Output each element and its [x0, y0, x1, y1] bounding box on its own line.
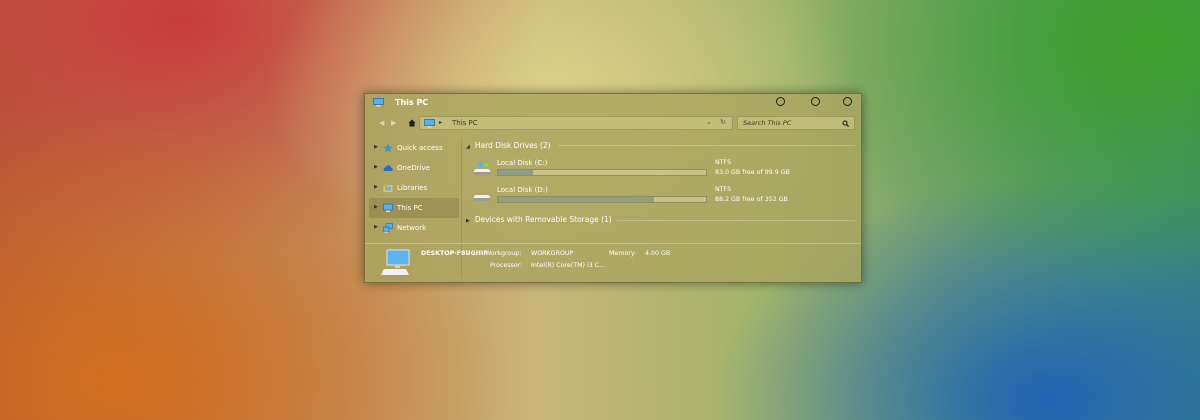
details-pane: DESKTOP-F8UGHIF Workgroup: WORKGROUP Mem… — [365, 243, 861, 283]
sidebar-item-quick-access[interactable]: ▶ Quick access — [369, 138, 459, 158]
cloud-icon — [383, 165, 393, 171]
sidebar-item-label: OneDrive — [397, 164, 430, 172]
drive-name: Local Disk (D:) — [497, 186, 548, 194]
computer-name: DESKTOP-F8UGHIF — [421, 250, 488, 257]
star-icon — [383, 143, 393, 153]
group-label: Devices with Removable Storage (1) — [474, 215, 612, 224]
group-header-removable-storage[interactable]: ▶ Devices with Removable Storage (1) — [466, 215, 612, 224]
expand-arrow-icon[interactable]: ▶ — [374, 204, 378, 210]
breadcrumb-chevron-icon[interactable]: ▸ — [439, 119, 442, 126]
home-icon[interactable] — [408, 119, 416, 127]
sidebar-item-this-pc[interactable]: ▶ This PC — [369, 198, 459, 218]
group-label: Hard Disk Drives (2) — [474, 141, 551, 150]
drive-usage-fill — [498, 197, 654, 202]
drive-usage-bar — [497, 196, 707, 203]
group-header-hard-disk-drives[interactable]: ◢ Hard Disk Drives (2) — [466, 141, 551, 150]
expand-arrow-icon[interactable]: ▶ — [374, 224, 378, 230]
address-bar[interactable]: ▸ This PC ⌄ ↻ — [419, 116, 733, 130]
drive-icon — [473, 163, 491, 175]
drive-filesystem: NTFS — [715, 186, 732, 193]
address-text: This PC — [452, 119, 478, 127]
computer-icon — [424, 119, 435, 128]
drive-usage-bar — [497, 169, 707, 176]
toolbar: ◀ ▶ ▸ This PC ⌄ ↻ Search This PC — [373, 116, 855, 131]
drive-item-d[interactable]: Local Disk (D:) NTFS 88.2 GB free of 352… — [473, 186, 853, 210]
back-arrow-icon[interactable]: ◀ — [379, 119, 384, 127]
memory-value: 4.00 GB — [645, 250, 671, 257]
expand-arrow-icon[interactable]: ▶ — [374, 144, 378, 150]
drive-item-c[interactable]: Local Disk (C:) NTFS 83.0 GB free of 99.… — [473, 159, 853, 183]
workgroup-value: WORKGROUP — [531, 250, 574, 257]
drive-filesystem: NTFS — [715, 159, 732, 166]
search-icon[interactable] — [842, 120, 849, 127]
search-input[interactable]: Search This PC — [737, 116, 855, 130]
title-bar[interactable]: This PC — [365, 94, 861, 112]
sidebar-item-label: Network — [397, 224, 427, 232]
refresh-icon[interactable]: ↻ — [720, 118, 726, 126]
workgroup-label: Workgroup: — [485, 250, 522, 257]
drive-icon — [473, 195, 491, 201]
drive-free-space: 88.2 GB free of 352 GB — [715, 196, 788, 203]
folder-icon — [383, 184, 393, 192]
minimize-button[interactable] — [776, 97, 785, 106]
sidebar-item-libraries[interactable]: ▶ Libraries — [369, 178, 459, 198]
computer-icon — [373, 98, 384, 107]
expand-arrow-icon[interactable]: ▶ — [374, 184, 378, 190]
network-icon — [383, 223, 393, 233]
collapse-arrow-icon[interactable]: ◢ — [466, 144, 470, 150]
maximize-button[interactable] — [811, 97, 820, 106]
navigation-pane: ▶ Quick access ▶ OneDrive ▶ Libraries ▶ — [369, 138, 459, 238]
group-divider — [558, 145, 855, 146]
expand-arrow-icon[interactable]: ▶ — [466, 218, 470, 224]
drive-name: Local Disk (C:) — [497, 159, 548, 167]
window-title: This PC — [395, 98, 429, 107]
sidebar-item-network[interactable]: ▶ Network — [369, 218, 459, 238]
computer-icon — [383, 203, 393, 213]
chevron-down-icon[interactable]: ⌄ — [706, 118, 712, 126]
memory-label: Memory: — [609, 250, 637, 257]
computer-icon — [381, 249, 410, 277]
drive-usage-fill — [498, 170, 534, 175]
sidebar-item-onedrive[interactable]: ▶ OneDrive — [369, 158, 459, 178]
drive-free-space: 83.0 GB free of 99.9 GB — [715, 169, 790, 176]
sidebar-item-label: Libraries — [397, 184, 428, 192]
explorer-window: This PC ◀ ▶ ▸ This PC ⌄ ↻ Search This PC — [364, 93, 862, 283]
close-button[interactable] — [843, 97, 852, 106]
expand-arrow-icon[interactable]: ▶ — [374, 164, 378, 170]
group-divider — [617, 220, 855, 221]
forward-arrow-icon[interactable]: ▶ — [391, 119, 396, 127]
search-placeholder: Search This PC — [743, 119, 792, 127]
sidebar-item-label: This PC — [397, 204, 423, 212]
processor-label: Processor: — [490, 262, 523, 269]
processor-value: Intel(R) Core(TM) i3 C... — [531, 262, 606, 269]
sidebar-item-label: Quick access — [397, 144, 443, 152]
